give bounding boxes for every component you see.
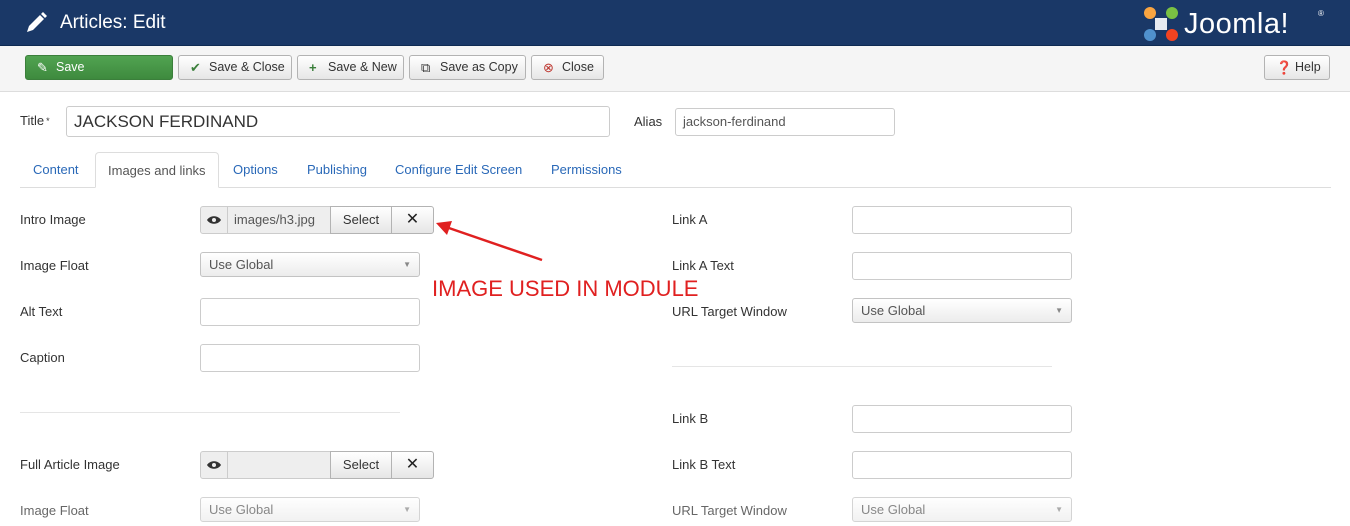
url-target-window-value: Use Global [861, 303, 926, 318]
title-label-text: Title [20, 113, 45, 128]
save-button[interactable]: ✎ Save [25, 55, 173, 80]
full-image-clear-button[interactable]: ✕ [391, 451, 434, 479]
close-button[interactable]: ⊗ Close [531, 55, 604, 80]
url-target-window-b-label: URL Target Window [672, 503, 787, 518]
intro-image-label: Intro Image [20, 212, 86, 227]
url-target-window-b-select[interactable]: Use Global ▼ [852, 497, 1072, 522]
copy-icon: ⧉ [421, 60, 431, 75]
url-target-window-label: URL Target Window [672, 304, 787, 319]
pencil-icon [27, 12, 47, 32]
edit-icon: ✎ [37, 60, 48, 75]
link-a-input[interactable] [852, 206, 1072, 234]
caret-down-icon: ▼ [403, 505, 411, 514]
save-new-label: Save & New [328, 60, 397, 74]
link-a-text-label: Link A Text [672, 258, 734, 273]
title-input[interactable]: JACKSON FERDINAND [66, 106, 610, 137]
preview-button[interactable] [200, 206, 228, 234]
check-icon: ✔ [190, 60, 201, 75]
caption-input[interactable] [200, 344, 420, 372]
alt-text-input[interactable] [200, 298, 420, 326]
tab-permissions[interactable]: Permissions [551, 152, 622, 188]
save-close-label: Save & Close [209, 60, 285, 74]
link-b-label: Link B [672, 411, 709, 426]
close-circle-icon: ⊗ [543, 60, 554, 75]
question-icon: ❓ [1276, 60, 1293, 75]
link-b-input[interactable] [852, 405, 1072, 433]
image-float-select[interactable]: Use Global ▼ [200, 252, 420, 277]
alias-label: Alias [634, 114, 663, 129]
caret-down-icon: ▼ [403, 260, 411, 269]
full-image-label: Full Article Image [20, 457, 120, 472]
save-copy-label: Save as Copy [440, 60, 518, 74]
annotation-arrow [436, 221, 543, 262]
link-b-text-input[interactable] [852, 451, 1072, 479]
full-image-select-button[interactable]: Select [330, 451, 392, 479]
full-image-float-value: Use Global [209, 502, 274, 517]
full-image-float-select[interactable]: Use Global ▼ [200, 497, 420, 522]
preview-button[interactable] [200, 451, 228, 479]
intro-image-field: images/h3.jpg Select ✕ [200, 206, 434, 234]
eye-icon [207, 216, 221, 224]
tab-bar: Content Images and links Options Publish… [20, 152, 1331, 188]
intro-image-select-button[interactable]: Select [330, 206, 392, 234]
save-button-label: Save [56, 60, 85, 74]
full-image-field: Select ✕ [200, 451, 434, 479]
x-icon: ✕ [405, 456, 420, 473]
tab-content[interactable]: Content [33, 152, 79, 188]
image-float-label: Image Float [20, 258, 89, 273]
divider-right [672, 366, 1052, 367]
eye-icon [207, 461, 221, 469]
close-label: Close [562, 60, 594, 74]
app-header: Articles: Edit Joomla! ® [0, 0, 1350, 46]
tab-configure-edit-screen[interactable]: Configure Edit Screen [395, 152, 522, 188]
caption-label: Caption [20, 350, 65, 365]
save-close-button[interactable]: ✔ Save & Close [178, 55, 292, 80]
alias-input[interactable]: jackson-ferdinand [675, 108, 895, 136]
tab-images-and-links[interactable]: Images and links [95, 152, 219, 188]
divider-left [20, 412, 400, 413]
caret-down-icon: ▼ [1055, 306, 1063, 315]
brand-name: Joomla! [1184, 8, 1290, 40]
tab-options[interactable]: Options [233, 152, 278, 188]
caret-down-icon: ▼ [1055, 505, 1063, 514]
required-mark: * [46, 116, 50, 126]
tab-publishing[interactable]: Publishing [307, 152, 367, 188]
save-copy-button[interactable]: ⧉ Save as Copy [409, 55, 526, 80]
help-button[interactable]: ❓ Help [1264, 55, 1330, 80]
toolbar: ✎ Save ✔ Save & Close + Save & New ⧉ Sav… [0, 46, 1350, 92]
help-label: Help [1295, 60, 1321, 74]
plus-icon: + [309, 60, 317, 75]
url-target-window-b-value: Use Global [861, 502, 926, 517]
brand-registered-mark: ® [1318, 9, 1324, 18]
url-target-window-select[interactable]: Use Global ▼ [852, 298, 1072, 323]
page-title: Articles: Edit [60, 12, 166, 33]
intro-image-path[interactable]: images/h3.jpg [227, 206, 331, 234]
full-image-path[interactable] [227, 451, 331, 479]
image-float-value: Use Global [209, 257, 274, 272]
save-new-button[interactable]: + Save & New [297, 55, 404, 80]
intro-image-clear-button[interactable]: ✕ [391, 206, 434, 234]
title-label: Title * [20, 113, 50, 129]
x-icon: ✕ [405, 211, 420, 228]
full-image-float-label: Image Float [20, 503, 89, 518]
link-b-text-label: Link B Text [672, 457, 736, 472]
link-a-label: Link A [672, 212, 708, 227]
link-a-text-input[interactable] [852, 252, 1072, 280]
alt-text-label: Alt Text [20, 304, 63, 319]
annotation-text: IMAGE USED IN MODULE [432, 276, 699, 301]
joomla-icon [1144, 7, 1178, 41]
